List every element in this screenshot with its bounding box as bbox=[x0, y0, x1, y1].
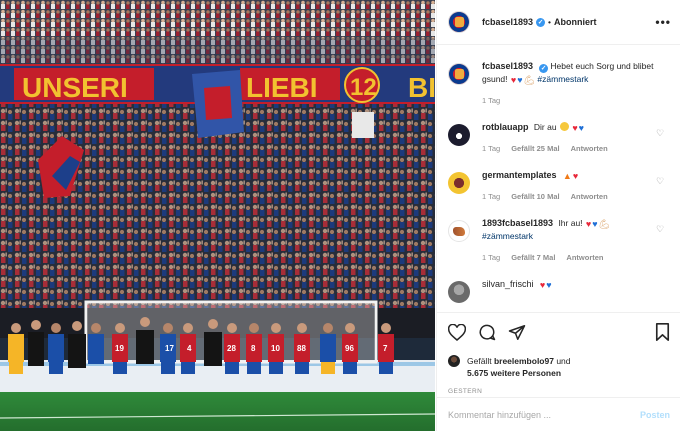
comment-item: rotblauapp Dir au ♥♥ 1 Tag Gefällt 25 Ma… bbox=[448, 121, 670, 155]
comment-avatar[interactable] bbox=[448, 281, 470, 303]
jersey-number: 7 bbox=[383, 344, 388, 353]
comment-text: Dir au bbox=[533, 122, 557, 132]
jersey-number: 8 bbox=[251, 344, 256, 353]
comment-time[interactable]: 1 Tag bbox=[482, 142, 500, 155]
comment-text: Ihr au! bbox=[558, 218, 583, 228]
separator-dot: • bbox=[548, 17, 552, 27]
blue-heart-emoji-icon: ♥ bbox=[592, 219, 598, 229]
comment-username[interactable]: 1893fcbasel1893 bbox=[482, 218, 553, 228]
comment-avatar[interactable] bbox=[448, 172, 470, 194]
post-date[interactable]: GESTERN bbox=[448, 388, 670, 395]
post-actions: Gefällt breelembolo97 und 5.675 weitere … bbox=[437, 312, 680, 395]
caption-username[interactable]: fcbasel1893 bbox=[482, 61, 533, 71]
red-heart-emoji-icon: ♥ bbox=[572, 123, 578, 133]
blue-heart-emoji-icon: ♥ bbox=[578, 123, 584, 133]
follow-status-button[interactable]: Abonniert bbox=[554, 17, 597, 27]
likes-joiner: und bbox=[556, 356, 571, 366]
caption-hashtag-link[interactable]: #zämmestark bbox=[537, 74, 588, 84]
jersey-number: 17 bbox=[165, 344, 174, 353]
banner-text-mid: LIEBI bbox=[246, 72, 318, 103]
caption-time[interactable]: 1 Tag bbox=[482, 94, 500, 107]
like-comment-heart-icon[interactable]: ♡ bbox=[656, 129, 665, 138]
blue-heart-emoji-icon: ♥ bbox=[546, 280, 552, 290]
comment-time[interactable]: 1 Tag bbox=[482, 251, 500, 264]
comment-likes-count[interactable]: Gefällt 7 Mal bbox=[511, 251, 555, 264]
comment-username[interactable]: germantemplates bbox=[482, 170, 557, 180]
like-heart-icon[interactable] bbox=[448, 323, 466, 341]
jersey-number: 10 bbox=[271, 344, 280, 353]
comments-list[interactable]: fcbasel1893 ✓ Hebet euch Sorg und blibet … bbox=[437, 46, 680, 312]
post-photo[interactable]: UNSERI LIEBI 12 BI 19 4 28 8 10 17 88 96… bbox=[0, 0, 435, 431]
share-paper-plane-icon[interactable] bbox=[508, 324, 526, 341]
banner-text-right: BI bbox=[408, 72, 435, 103]
likes-prefix: Gefällt bbox=[467, 356, 492, 366]
profile-avatar[interactable] bbox=[448, 11, 470, 33]
verified-badge-icon: ✓ bbox=[539, 64, 549, 73]
banner-number: 12 bbox=[350, 74, 377, 101]
add-comment-bar: Posten bbox=[437, 397, 680, 431]
red-heart-emoji-icon: ♥ bbox=[510, 75, 517, 85]
liker-avatar[interactable] bbox=[448, 355, 460, 367]
flexed-biceps-emoji-icon: 💪︎ bbox=[523, 75, 536, 85]
stadium-photo: UNSERI LIEBI 12 BI 19 4 28 8 10 17 88 96… bbox=[0, 0, 435, 431]
comment-bubble-icon[interactable] bbox=[478, 323, 496, 341]
likes-others-link[interactable]: 5.675 weitere Personen bbox=[467, 368, 561, 378]
jersey-number: 88 bbox=[297, 344, 306, 353]
comment-username[interactable]: silvan_frischi bbox=[482, 279, 534, 289]
flexed-biceps-emoji-icon: 💪︎ bbox=[598, 219, 611, 229]
post-comment-button[interactable]: Posten bbox=[640, 410, 670, 420]
reply-button[interactable]: Antworten bbox=[571, 142, 608, 155]
liker-username[interactable]: breelembolo97 bbox=[494, 356, 554, 366]
comment-likes-count[interactable]: Gefällt 10 Mal bbox=[511, 190, 559, 203]
post-username[interactable]: fcbasel1893 bbox=[482, 17, 533, 27]
smiling-face-emoji-icon bbox=[559, 122, 569, 131]
red-heart-emoji-icon: ♥ bbox=[539, 280, 546, 290]
comment-item: germantemplates ▲♥ 1 Tag Gefällt 10 Mal … bbox=[448, 169, 670, 203]
verified-badge-icon: ✓ bbox=[536, 17, 546, 27]
like-comment-heart-icon[interactable]: ♡ bbox=[656, 177, 665, 186]
fire-emoji-icon: ▲ bbox=[562, 171, 572, 181]
red-heart-emoji-icon: ♥ bbox=[585, 219, 592, 229]
likes-summary: Gefällt breelembolo97 und 5.675 weitere … bbox=[448, 355, 670, 379]
blue-heart-emoji-icon: ♥ bbox=[517, 75, 523, 85]
reply-button[interactable]: Antworten bbox=[566, 251, 603, 264]
comment-time[interactable]: 1 Tag bbox=[482, 190, 500, 203]
comment-likes-count[interactable]: Gefällt 25 Mal bbox=[511, 142, 559, 155]
reply-button[interactable]: Antworten bbox=[571, 190, 608, 203]
comment-item: silvan_frischi ♥♥ bbox=[448, 278, 670, 303]
comment-avatar[interactable] bbox=[448, 124, 470, 146]
post-sidebar: fcbasel1893 ✓ • Abonniert ••• fcbasel189… bbox=[436, 0, 680, 431]
caption: fcbasel1893 ✓ Hebet euch Sorg und blibet … bbox=[448, 60, 670, 107]
more-options-icon[interactable]: ••• bbox=[655, 15, 671, 29]
jersey-number: 96 bbox=[345, 344, 354, 353]
banner-text-left: UNSERI bbox=[22, 72, 128, 103]
jersey-number: 19 bbox=[115, 344, 124, 353]
comment-input[interactable] bbox=[448, 409, 640, 420]
comment-hashtag-link[interactable]: #zämmestark bbox=[482, 231, 533, 241]
caption-avatar[interactable] bbox=[448, 63, 470, 85]
comment-username[interactable]: rotblauapp bbox=[482, 122, 529, 132]
bookmark-save-icon[interactable] bbox=[655, 323, 670, 341]
like-comment-heart-icon[interactable]: ♡ bbox=[656, 225, 665, 234]
jersey-number: 28 bbox=[227, 344, 236, 353]
comment-item: 1893fcbasel1893 Ihr au! ♥♥💪︎ #zämmestark… bbox=[448, 217, 670, 264]
comment-avatar[interactable] bbox=[448, 220, 470, 242]
red-heart-emoji-icon: ♥ bbox=[572, 171, 579, 181]
post-header: fcbasel1893 ✓ • Abonniert ••• bbox=[437, 0, 680, 45]
jersey-number: 4 bbox=[187, 344, 192, 353]
